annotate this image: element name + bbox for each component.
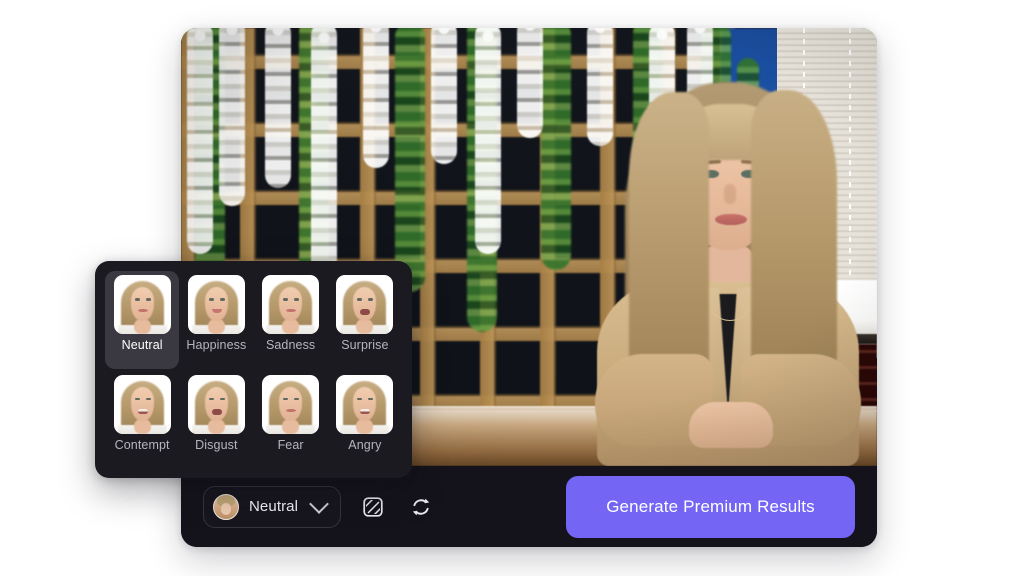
emotion-grid: Neutral Happiness Sadness Surprise Contempt D… [105,271,402,468]
emotion-option-contempt[interactable]: Contempt [105,371,179,469]
wisteria-strand [265,28,291,188]
wisteria-strand [431,28,457,164]
subject-lips [715,214,747,225]
style-button[interactable] [357,491,389,523]
emotion-thumbnail [336,275,394,334]
emotion-thumbnail [113,374,171,434]
screenshot-stage: Neutral Generate Premium Results Neutral… [0,0,1024,576]
wisteria-strand [187,28,213,254]
emotion-thumbnail [262,374,320,434]
wisteria-strand [517,28,543,138]
avatar [213,493,239,520]
emotion-option-angry[interactable]: Angry [328,371,402,469]
emotion-option-neutral[interactable]: Neutral [105,271,180,369]
refresh-button[interactable] [405,491,437,523]
wisteria-strand [475,28,501,254]
emotion-thumbnail [187,374,245,434]
emotion-picker-panel: Neutral Happiness Sadness Surprise Contempt D… [95,261,412,478]
subject-hands [689,402,773,448]
emotion-option-label: Surprise [341,338,389,352]
emotion-thumbnail [187,275,245,334]
emotion-dropdown-value: Neutral [249,498,299,515]
emotion-option-fear[interactable]: Fear [254,371,328,469]
emotion-option-happiness[interactable]: Happiness [179,271,253,369]
emotion-thumbnail [336,374,394,434]
emotion-thumbnail [262,275,320,334]
bottom-toolbar: Neutral Generate Premium Results [181,466,877,547]
ivy-strand [395,28,425,292]
emotion-option-label: Angry [348,437,382,452]
wisteria-strand [311,28,337,284]
emotion-option-surprise[interactable]: Surprise [328,271,402,369]
generate-premium-results-button[interactable]: Generate Premium Results [566,475,855,538]
subject-nose [724,184,736,204]
ivy-strand [541,28,571,270]
emotion-dropdown[interactable]: Neutral [203,485,342,528]
video-subject [577,68,877,466]
wisteria-strand [219,28,245,206]
emotion-option-label: Contempt [114,437,170,452]
emotion-option-sadness[interactable]: Sadness [254,271,328,369]
emotion-option-label: Happiness [186,338,247,352]
refresh-sync-icon [412,498,430,515]
emotion-option-label: Fear [277,437,304,452]
diagonal-stripes-square-icon [363,496,383,517]
emotion-thumbnail [113,275,171,334]
emotion-option-disgust[interactable]: Disgust [179,371,253,469]
wisteria-strand [363,28,389,168]
emotion-option-label: Neutral [121,338,163,352]
chevron-down-icon [309,493,329,514]
emotion-option-label: Disgust [195,437,238,452]
emotion-option-label: Sadness [265,338,316,352]
